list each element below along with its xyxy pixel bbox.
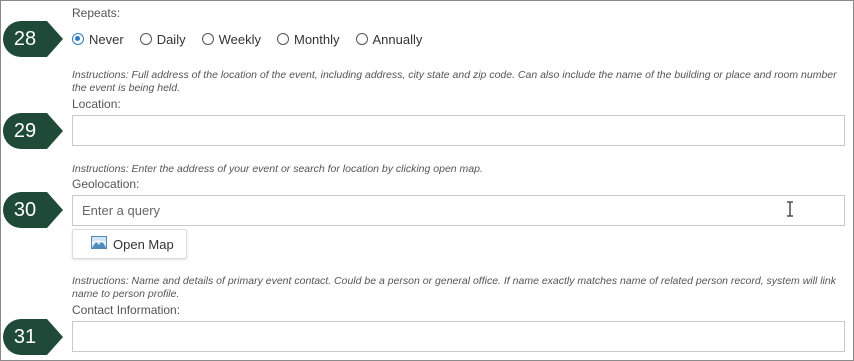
repeats-label: Repeats: <box>72 6 121 20</box>
radio-never-circle[interactable] <box>72 33 84 45</box>
radio-never[interactable]: Never <box>72 32 124 47</box>
repeats-radio-group: Never Daily Weekly Monthly Annually <box>72 30 438 48</box>
step-badge-31: 31 <box>3 319 63 355</box>
radio-monthly-circle[interactable] <box>276 33 289 45</box>
radio-monthly[interactable]: Monthly <box>276 31 340 47</box>
contact-label: Contact Information: <box>72 303 181 317</box>
step-badge-29: 29 <box>3 113 63 149</box>
radio-never-label: Never <box>89 31 124 47</box>
step-badge-30: 30 <box>3 192 63 228</box>
radio-annually[interactable]: Annually <box>355 31 423 47</box>
geolocation-input[interactable] <box>73 196 844 225</box>
radio-daily[interactable]: Daily <box>139 31 186 47</box>
open-map-button-label: Open Map <box>113 236 174 252</box>
step-badge-29-number: 29 <box>13 120 37 142</box>
radio-daily-label: Daily <box>156 31 186 47</box>
step-badge-28: 28 <box>3 21 63 57</box>
step-badge-28-number: 28 <box>13 28 37 50</box>
map-image-icon <box>91 235 107 249</box>
radio-annually-circle[interactable] <box>355 33 368 45</box>
geolocation-label: Geolocation: <box>72 177 140 191</box>
radio-monthly-label: Monthly <box>293 31 340 47</box>
step-badge-31-number: 31 <box>13 326 37 348</box>
radio-daily-circle[interactable] <box>139 33 152 45</box>
contact-instructions: Instructions: Name and details of primar… <box>72 275 836 300</box>
location-field[interactable] <box>72 115 845 146</box>
contact-field[interactable] <box>72 321 845 352</box>
contact-input[interactable] <box>73 322 844 351</box>
step-badge-30-number: 30 <box>13 199 37 221</box>
location-input[interactable] <box>73 116 844 145</box>
geolocation-field[interactable] <box>72 195 845 226</box>
location-label: Location: <box>72 97 121 111</box>
location-instructions: Instructions: Full address of the locati… <box>72 69 837 94</box>
form-panel: Repeats: Never Daily Weekly Monthly Annu… <box>0 0 854 361</box>
radio-annually-label: Annually <box>372 31 423 47</box>
radio-weekly-label: Weekly <box>218 31 261 47</box>
text-cursor-icon <box>787 201 793 217</box>
geolocation-instructions: Instructions: Enter the address of your … <box>72 163 483 175</box>
radio-weekly[interactable]: Weekly <box>201 31 261 47</box>
open-map-button[interactable]: Open Map <box>72 229 187 259</box>
radio-weekly-circle[interactable] <box>201 33 214 45</box>
